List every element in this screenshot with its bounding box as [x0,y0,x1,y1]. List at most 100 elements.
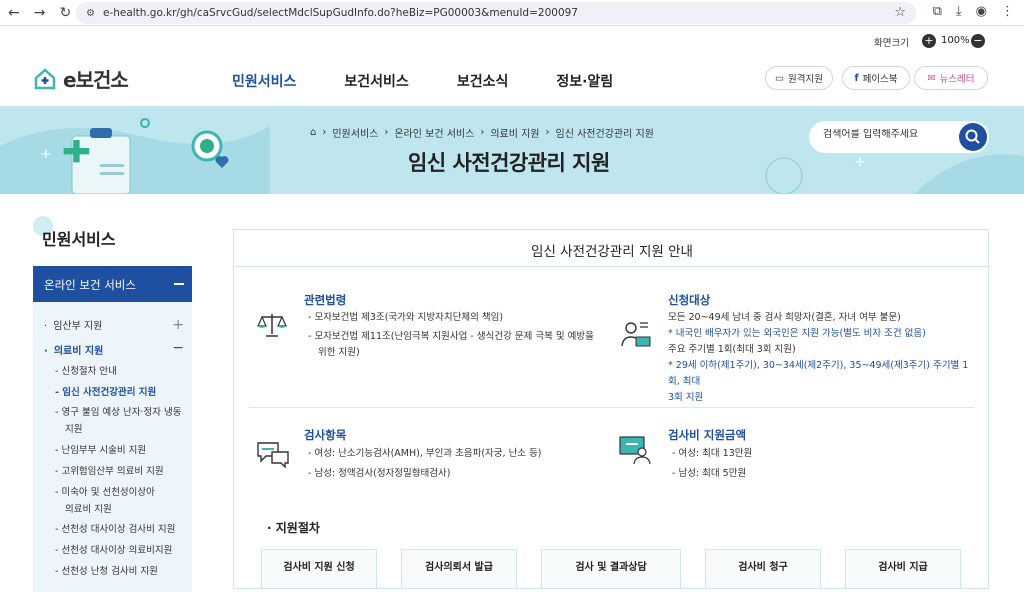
person-laptop-icon [621,322,651,347]
sidebar-subitem[interactable]: - 고위험임산부 의료비 지원 [55,463,164,480]
target-note: * 내국인 배우자가 있는 외국인은 지원 가능(별도 비자 조건 없음) [668,328,926,339]
sidebar-subitem[interactable]: - 선천성 난청 검사비 지원 [55,563,158,580]
url-text: e-health.go.kr/gh/caSrvcGud/selectMdclSu… [102,7,578,19]
bookmark-star-icon[interactable]: ☆ [894,5,906,20]
remote-support-label: 원격지원 [788,74,823,85]
sidebar-item-pregnant[interactable]: · 임산부 지원 [44,317,102,332]
zoom-out-button[interactable]: − [971,34,985,48]
tests-item: - 남성: 정액검사(정자정밀형태검사) [308,468,451,479]
expand-plus-icon[interactable]: + [172,318,184,332]
facebook-label: 페이스북 [862,74,898,85]
main-nav: 민원서비스 보건서비스 보건소식 정보·알림 [232,71,613,91]
back-arrow-icon[interactable]: ← [8,5,20,21]
gnb-item-news[interactable]: 보건소식 [457,71,509,91]
page-title: 임신 사전건강관리 지원 [408,151,610,175]
search-button[interactable] [959,123,987,151]
newsletter-button[interactable]: ✉ 뉴스레터 [914,66,988,90]
svg-text:+: + [40,146,52,162]
divider [249,407,974,408]
reload-icon[interactable]: ↻ [59,5,71,21]
sidebar-item-medical[interactable]: · 의료비 지원 [44,342,103,357]
site-logo[interactable]: e보건소 [33,64,129,93]
breadcrumb: ⌂ › 민원서비스 › 온라인 보건 서비스 › 의료비 지원 › 임신 사전건… [310,125,654,140]
amount-item: - 여성: 최대 13만원 [672,448,753,459]
target-note: * 29세 이하(제1주기), 30~34세(제2주기), 35~49세(제3주… [668,360,969,403]
scale-icon [257,314,287,337]
law-item: - 모자보건법 제11조(난임극복 지원사업 - 생식건강 문제 극복 및 예방… [308,331,594,358]
amount-heading: 검사비 지원금액 [668,428,747,442]
logo-text: e보건소 [63,68,129,92]
procedure-step: 검사 및 결과상담 [541,549,681,589]
procedure-heading: · 지원절차 [267,521,320,535]
sidebar-subitem[interactable]: - 신청절차 안내 [55,363,117,380]
newsletter-label: 뉴스레터 [939,74,975,85]
sidebar-subitem[interactable]: - 미숙아 및 선천성이상아 의료비 지원 [55,484,155,518]
zoom-in-button[interactable]: + [922,34,936,48]
search-icon [965,129,980,144]
collapse-icon [174,283,184,285]
sidebar-item-label: 의료비 지원 [53,346,104,357]
consult-monitor-icon [619,436,651,465]
browser-nav: ← → ↻ [8,5,71,21]
procedure-step: 검사비 지급 [845,549,961,589]
zoom-label: 화면크기 [874,38,909,49]
remote-support-button[interactable]: ▭ 원격지원 [765,66,833,90]
facebook-icon: f [854,72,859,84]
download-icon[interactable]: ⤓ [956,4,962,19]
sidebar-subitem[interactable]: - 영구 불임 예상 난자·정자 냉동 지원 [55,404,181,438]
profile-icon[interactable]: ◉ [976,4,987,19]
menu-icon[interactable]: ⋮ [1001,4,1014,19]
breadcrumb-item[interactable]: 임신 사전건강관리 지원 [556,125,654,140]
browser-toolbar: ← → ↻ ⚙ e-health.go.kr/gh/caSrvcGud/sele… [0,0,1024,26]
gnb-item-health[interactable]: 보건서비스 [344,71,408,91]
collapse-minus-icon[interactable]: − [172,341,184,355]
target-line: 모든 20~49세 남녀 중 검사 희망자(결혼, 자녀 여부 불문) [668,312,901,323]
sidebar-menu: · 임산부 지원 + · 의료비 지원 − - 신청절차 안내 - 임신 사전건강관… [33,302,192,592]
extensions-icon[interactable]: ⧉ [933,4,942,19]
sidebar-item-label: 임산부 지원 [53,321,103,332]
home-icon[interactable]: ⌂ [310,127,316,138]
zoom-bar: 화면크기 + 100% − [0,26,1024,56]
monitor-icon: ▭ [775,72,784,84]
target-heading: 신청대상 [668,293,711,307]
amount-item: - 남성: 최대 5만원 [672,468,747,479]
law-item: - 모자보건법 제3조(국가와 지방자치단체의 책임) [308,312,504,323]
breadcrumb-item[interactable]: 온라인 보건 서비스 [394,125,474,140]
address-bar[interactable]: ⚙ e-health.go.kr/gh/caSrvcGud/selectMdcl… [76,2,916,24]
sidebar-title: 민원서비스 [42,230,116,249]
breadcrumb-item[interactable]: 의료비 지원 [490,125,539,140]
sidebar-section-label: 온라인 보건 서비스 [44,278,136,292]
breadcrumb-item[interactable]: 민원서비스 [332,125,378,140]
procedure-step: 검사비 지원 신청 [261,549,377,589]
sidebar-subitem-active[interactable]: - 임신 사전건강관리 지원 [55,384,156,401]
procedure-step: 검사의뢰서 발급 [401,549,517,589]
chat-bubbles-icon [257,442,289,468]
facebook-button[interactable]: f 페이스북 [842,66,910,90]
forward-arrow-icon[interactable]: → [34,5,46,21]
gnb-item-civil[interactable]: 민원서비스 [232,71,296,91]
tests-item: - 여성: 난소기능검사(AMH), 부인과 초음파(자궁, 난소 등) [308,448,542,459]
zoom-value: 100% [941,35,970,46]
sidebar-subitem[interactable]: - 선천성 대사이상 의료비지원 [55,542,172,559]
browser-actions: ⧉ ⤓ ◉ ⋮ [933,4,1014,19]
site-info-icon[interactable]: ⚙ [86,8,95,19]
divider [234,266,990,267]
svg-text:+: + [854,154,866,170]
procedure-step: 검사비 청구 [705,549,821,589]
content-title: 임신 사전건강관리 지원 안내 [531,244,693,260]
tests-heading: 검사항목 [304,428,347,442]
sidebar-subitem[interactable]: - 난임부부 시술비 지원 [55,442,146,459]
newsletter-icon: ✉ [927,72,936,84]
target-line: 주요 주기별 1회(최대 3회 지원) [668,344,796,355]
law-heading: 관련법령 [304,293,347,307]
gnb-item-info[interactable]: 정보·알림 [556,71,613,91]
content-box: 임신 사전건강관리 지원 안내 관련법령 - 모자보건법 제3조(국가와 지방자… [233,229,990,589]
banner-illustration: + [0,118,270,194]
search-input[interactable] [823,129,953,140]
search-box [809,121,989,153]
sidebar-section-header[interactable]: 온라인 보건 서비스 [33,266,192,302]
logo-house-icon [34,67,56,89]
site-header: e보건소 민원서비스 보건서비스 보건소식 정보·알림 ▭ 원격지원 f 페이스… [0,56,1024,106]
sidebar-subitem[interactable]: - 선천성 대사이상 검사비 지원 [55,521,175,538]
page-banner: + + ⌂ › 민원서비스 › 온라인 보건 서비스 › 의료비 지원 › 임신… [0,106,1024,194]
